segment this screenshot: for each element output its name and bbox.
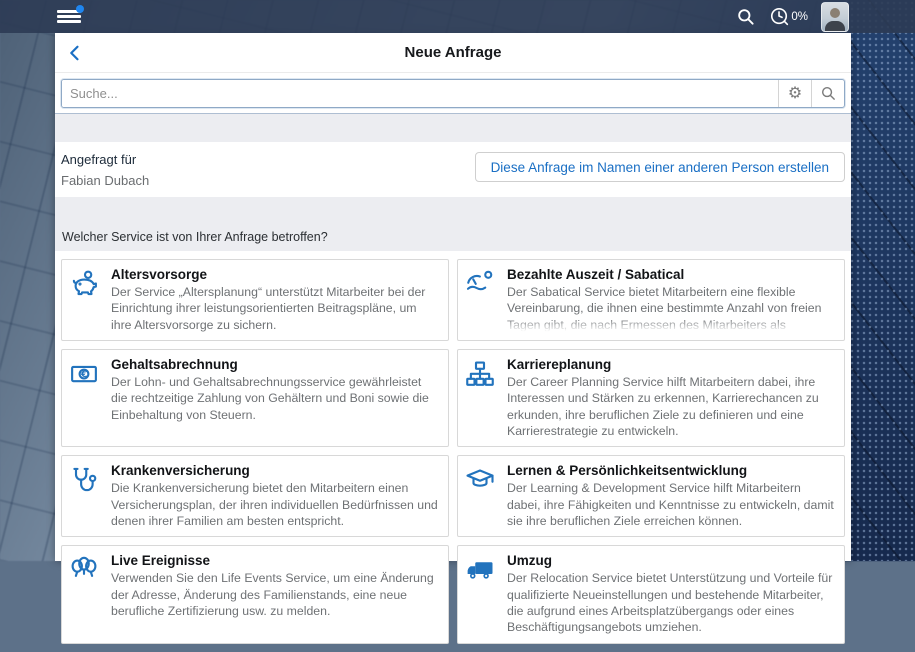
session-timer[interactable]: 0% [769,6,808,27]
service-card-gehaltsabrechnung[interactable]: € Gehaltsabrechnung Der Lohn- und Gehalt… [61,349,449,447]
user-avatar[interactable] [821,2,849,32]
create-on-behalf-button[interactable]: Diese Anfrage im Namen einer anderen Per… [475,152,845,182]
service-card-description: Der Learning & Development Service hilft… [507,480,835,529]
main-panel: Neue Anfrage ⚙ Angefragt für Fabian Duba… [55,33,851,561]
search-submit-button[interactable] [811,80,844,107]
clock-icon [769,6,790,27]
search-box: ⚙ [61,79,845,108]
service-card-description: Der Lohn- und Gehaltsabrechnungsservice … [111,374,439,423]
search-settings-button[interactable]: ⚙ [778,80,811,107]
notification-dot [76,5,84,13]
service-card-title: Gehaltsabrechnung [111,357,439,372]
service-question-label: Welcher Service ist von Ihrer Anfrage be… [62,230,328,244]
graduation-cap-icon [465,463,507,529]
back-button[interactable] [63,41,87,65]
search-input[interactable] [62,80,778,107]
service-card-description: Verwenden Sie den Life Events Service, u… [111,570,439,619]
service-card-description: Der Service „Altersplanung“ unterstützt … [111,284,439,333]
balloons-icon [69,553,111,635]
service-card-grid: Altersvorsorge Der Service „Altersplanun… [55,251,851,652]
requested-for-section: Angefragt für Fabian Dubach Diese Anfrag… [55,142,851,197]
question-band: Welcher Service ist von Ihrer Anfrage be… [55,197,851,251]
service-card-title: Lernen & Persönlichkeitsentwicklung [507,463,835,478]
service-card-title: Karriereplanung [507,357,835,372]
service-card-lernen-persoenlichkeitsentwicklung[interactable]: Lernen & Persönlichkeitsentwicklung Der … [457,455,845,537]
service-card-live-ereignisse[interactable]: Live Ereignisse Verwenden Sie den Life E… [61,545,449,643]
service-card-title: Bezahlte Auszeit / Sabatical [507,267,835,282]
page-header: Neue Anfrage [55,33,851,73]
service-card-title: Altersvorsorge [111,267,439,282]
truck-icon [465,553,507,635]
service-card-karriereplanung[interactable]: Karriereplanung Der Career Planning Serv… [457,349,845,447]
banknote-icon: € [69,357,111,439]
service-card-krankenversicherung[interactable]: Krankenversicherung Die Krankenversicher… [61,455,449,537]
stethoscope-icon [69,463,111,529]
gear-icon: ⚙ [788,86,802,102]
service-card-altersvorsorge[interactable]: Altersvorsorge Der Service „Altersplanun… [61,259,449,341]
service-card-umzug[interactable]: Umzug Der Relocation Service bietet Unte… [457,545,845,643]
service-card-description: Der Career Planning Service hilft Mitarb… [507,374,835,439]
piggy-bank-icon [69,267,111,333]
service-card-description: Die Krankenversicherung bietet den Mitar… [111,480,439,529]
org-chart-icon [465,357,507,439]
service-card-description: Der Relocation Service bietet Unterstütz… [507,570,835,635]
hamburger-menu-icon[interactable] [57,8,81,26]
search-icon[interactable] [736,7,756,27]
page-title: Neue Anfrage [55,44,851,61]
beach-umbrella-icon [465,267,507,333]
search-row: ⚙ [55,73,851,114]
top-bar: 0% [0,0,915,33]
background-photo-right [849,0,915,561]
service-card-description: Der Sabatical Service bietet Mitarbeiter… [507,284,835,333]
service-card-bezahlte-auszeit-sabatical[interactable]: Bezahlte Auszeit / Sabatical Der Sabatic… [457,259,845,341]
magnifier-icon [820,85,837,102]
svg-text:€: € [80,370,87,380]
chevron-left-icon [65,43,85,63]
divider-band [55,114,851,142]
timer-percent-label: 0% [791,11,808,23]
service-card-title: Krankenversicherung [111,463,439,478]
